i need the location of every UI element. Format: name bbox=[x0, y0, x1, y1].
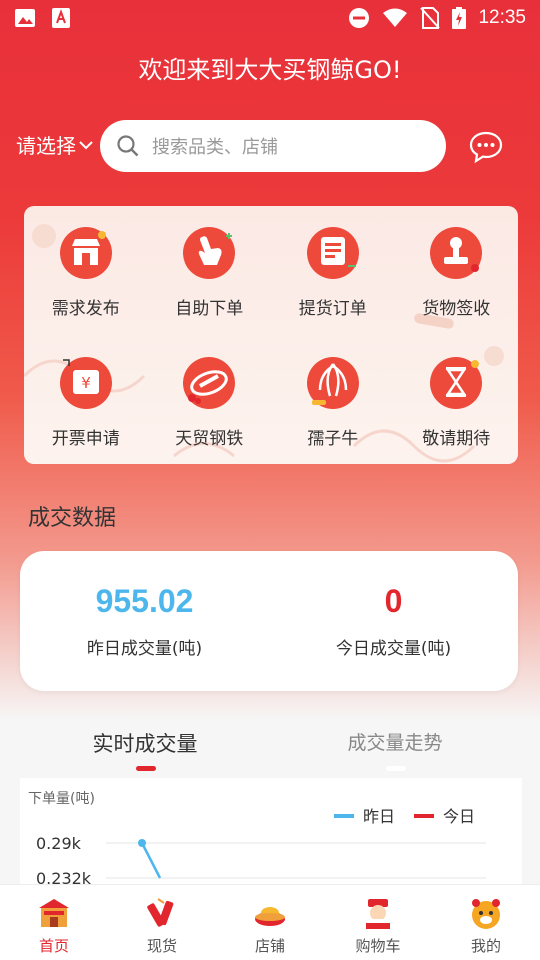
nav-item-mine[interactable]: 我的 bbox=[432, 885, 540, 960]
status-time: 12:35 bbox=[478, 7, 526, 28]
menu-item-self-order[interactable]: 自助下单 bbox=[148, 222, 272, 328]
menu-item-coming-soon[interactable]: 敬请期待 bbox=[395, 352, 519, 458]
bottom-navigation: 首页 现货 店铺 购物车 我的 bbox=[0, 884, 540, 960]
menu-item-ruziniu[interactable]: 孺子牛 bbox=[271, 352, 395, 458]
tab-volume-trend[interactable]: 成交量走势 bbox=[270, 728, 520, 755]
quick-menu-card: 需求发布 自助下单 提货订单 货物签收 ¥ 开票申请 天贸钢铁 孺子牛 敬请期待 bbox=[24, 206, 518, 464]
tianmao-logo-icon bbox=[178, 352, 240, 414]
menu-item-label: 自助下单 bbox=[175, 299, 244, 319]
series-layer bbox=[138, 839, 162, 879]
battery-charging-icon bbox=[452, 7, 467, 29]
nav-label: 现货 bbox=[146, 937, 177, 955]
nav-label: 首页 bbox=[38, 937, 69, 955]
menu-item-label: 敬请期待 bbox=[422, 429, 491, 449]
tab-label: 实时成交量 bbox=[92, 732, 198, 756]
hourglass-icon bbox=[425, 352, 487, 414]
chart-tabs: 实时成交量 成交量走势 bbox=[0, 720, 540, 778]
tab-indicator-active bbox=[136, 766, 156, 771]
app-notification-icon bbox=[52, 8, 70, 28]
invoice-icon: ¥ bbox=[55, 352, 117, 414]
tab-indicator-inactive bbox=[386, 766, 406, 771]
wifi-icon bbox=[383, 8, 408, 27]
stat-yesterday-value: 955.02 bbox=[95, 583, 194, 619]
menu-grid: 需求发布 自助下单 提货订单 货物签收 ¥ 开票申请 天贸钢铁 孺子牛 敬请期待 bbox=[24, 222, 518, 458]
nav-item-home[interactable]: 首页 bbox=[0, 885, 108, 960]
stat-today: 0 今日成交量(吨) bbox=[269, 583, 518, 659]
legend-label-today: 今日 bbox=[443, 807, 475, 826]
menu-item-pickup-order[interactable]: 提货订单 bbox=[271, 222, 395, 328]
page-title: 欢迎来到大大买钢鲸GO! bbox=[138, 56, 402, 84]
region-selector-label: 请选择 bbox=[16, 134, 76, 158]
gallery-icon bbox=[15, 9, 35, 27]
gold-ingot-icon bbox=[255, 907, 285, 926]
svg-text:¥: ¥ bbox=[81, 374, 91, 392]
realtime-volume-chart: 下单量(吨) 昨日 今日 0.29k 0.232k bbox=[28, 791, 486, 888]
nav-label: 店铺 bbox=[254, 937, 285, 955]
menu-item-label: 孺子牛 bbox=[307, 429, 359, 449]
hand-icon bbox=[178, 222, 240, 284]
stat-yesterday: 955.02 昨日成交量(吨) bbox=[20, 583, 269, 659]
series-line-0 bbox=[140, 842, 162, 879]
search-input[interactable]: 搜索品类、店铺 bbox=[100, 120, 446, 172]
chat-bubble-icon bbox=[469, 131, 503, 164]
tab-realtime-volume[interactable]: 实时成交量 bbox=[20, 728, 270, 758]
document-icon bbox=[302, 222, 364, 284]
section-title-transactions: 成交数据 bbox=[28, 506, 117, 531]
y-tick-label: 0.29k bbox=[36, 834, 82, 853]
fortune-god-icon bbox=[366, 899, 390, 929]
status-bar: 12:35 bbox=[0, 0, 540, 36]
do-not-disturb-icon bbox=[349, 8, 370, 28]
menu-item-label: 货物签收 bbox=[422, 299, 491, 319]
legend-label-yesterday: 昨日 bbox=[363, 807, 395, 826]
nav-item-cart[interactable]: 购物车 bbox=[324, 885, 432, 960]
home-icon bbox=[39, 899, 69, 927]
menu-item-label: 提货订单 bbox=[298, 299, 367, 319]
transaction-stats-card: 955.02 昨日成交量(吨) 0 今日成交量(吨) bbox=[20, 551, 518, 691]
menu-item-tianmao-steel[interactable]: 天贸钢铁 bbox=[148, 352, 272, 458]
firecracker-icon bbox=[147, 898, 174, 927]
stamp-icon bbox=[425, 222, 487, 284]
nav-item-shop[interactable]: 店铺 bbox=[216, 885, 324, 960]
search-placeholder: 搜索品类、店铺 bbox=[152, 137, 278, 158]
ox-logo-icon bbox=[302, 352, 364, 414]
menu-item-label: 需求发布 bbox=[51, 299, 120, 319]
search-row: 请选择 搜索品类、店铺 bbox=[0, 118, 540, 174]
menu-item-demand-publish[interactable]: 需求发布 bbox=[24, 222, 148, 328]
stat-today-value: 0 bbox=[384, 583, 403, 619]
nav-label: 购物车 bbox=[355, 937, 401, 955]
chart-ylabel: 下单量(吨) bbox=[28, 791, 95, 807]
no-sim-icon bbox=[420, 7, 441, 29]
chart-card: 下单量(吨) 昨日 今日 0.29k 0.232k bbox=[20, 778, 522, 888]
message-button[interactable] bbox=[468, 130, 504, 168]
nav-item-spot-goods[interactable]: 现货 bbox=[108, 885, 216, 960]
tab-label: 成交量走势 bbox=[347, 732, 443, 754]
nav-label: 我的 bbox=[470, 937, 501, 955]
search-icon bbox=[117, 135, 139, 157]
stat-yesterday-label: 昨日成交量(吨) bbox=[86, 639, 203, 659]
region-selector[interactable]: 请选择 bbox=[16, 130, 94, 159]
shop-icon bbox=[55, 222, 117, 284]
menu-item-label: 开票申请 bbox=[51, 429, 120, 449]
stat-today-label: 今日成交量(吨) bbox=[335, 639, 452, 659]
menu-item-invoice-request[interactable]: ¥ 开票申请 bbox=[24, 352, 148, 458]
series-point[interactable] bbox=[138, 839, 146, 847]
tiger-icon bbox=[472, 899, 500, 929]
menu-item-label: 天贸钢铁 bbox=[175, 429, 244, 449]
chevron-down-icon bbox=[79, 140, 93, 149]
menu-item-goods-receipt[interactable]: 货物签收 bbox=[395, 222, 519, 328]
